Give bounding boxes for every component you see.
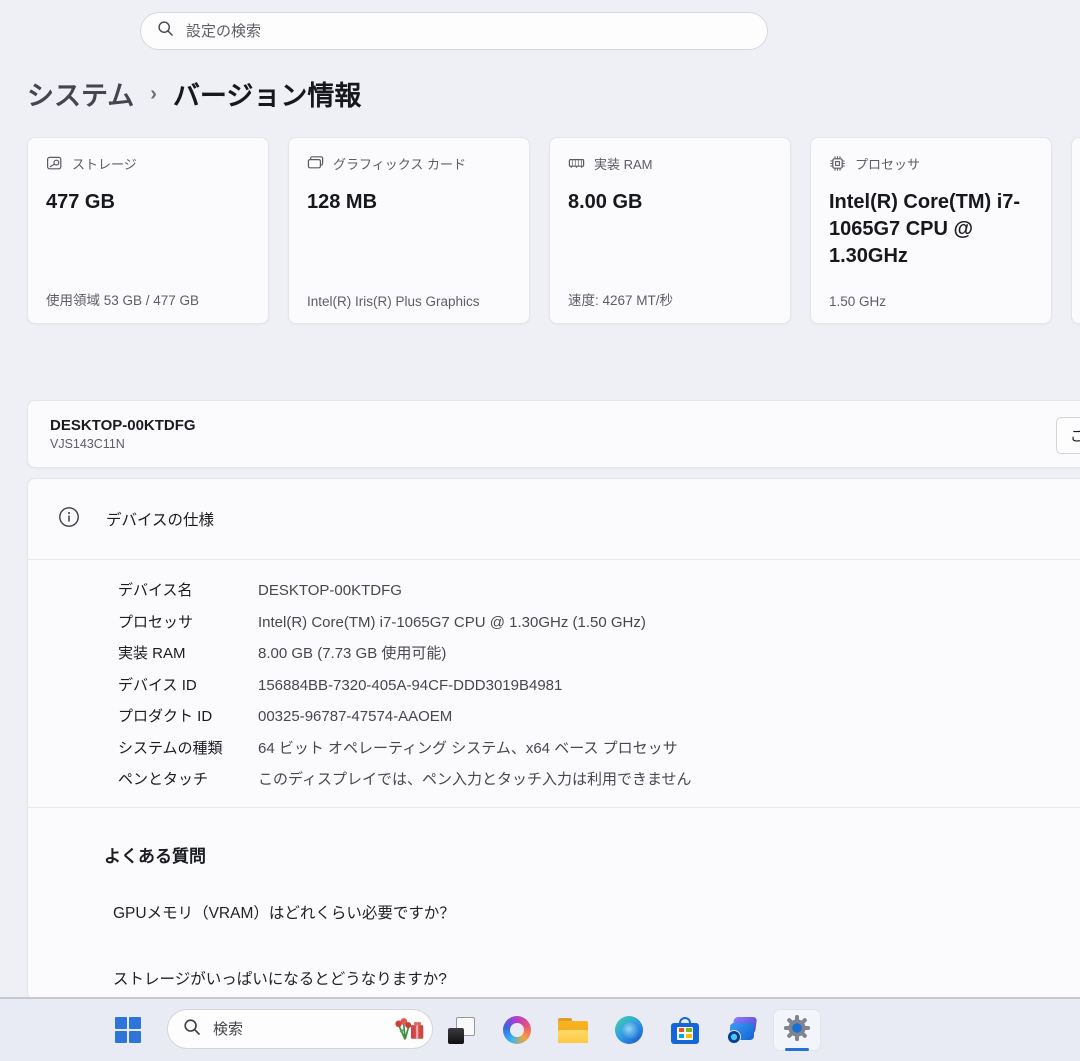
card-label: 実装 RAM	[594, 157, 653, 172]
spec-row-product-id: プロダクト ID 00325-96787-47574-AAOEM	[118, 701, 1080, 733]
settings-gear-icon	[782, 1013, 812, 1048]
taskbar-app-icons	[433, 1009, 825, 1051]
processor-icon	[829, 155, 846, 172]
breadcrumb-system[interactable]: システム	[27, 74, 134, 113]
spec-value: 64 ビット オペレーティング システム、x64 ベース プロセッサ	[258, 739, 678, 757]
device-specs-table: デバイス名 DESKTOP-00KTDFG プロセッサ Intel(R) Cor…	[28, 560, 1080, 807]
device-specs-card: デバイスの仕様 デバイス名 DESKTOP-00KTDFG プロセッサ Inte…	[27, 478, 1080, 1000]
faq-section: よくある質問 GPUメモリ（VRAM）はどれくらい必要ですか？ ストレージがいっ…	[28, 808, 1080, 989]
rename-pc-button[interactable]: この PC の名前を変更	[1056, 417, 1080, 454]
card-footer: 使用領域 53 GB / 477 GB	[46, 293, 200, 308]
card-storage: ストレージ 477 GB 使用領域 53 GB / 477 GB	[27, 137, 269, 324]
task-view-icon	[447, 1016, 475, 1044]
card-value: 128 MB	[307, 191, 378, 213]
device-name: DESKTOP-00KTDFG	[50, 417, 196, 434]
taskbar	[0, 999, 1080, 1061]
task-view-button[interactable]	[433, 1009, 489, 1051]
taskbar-search-box[interactable]	[167, 1009, 433, 1049]
card-value: 8.00 GB	[568, 191, 643, 213]
spec-label: システムの種類	[118, 739, 223, 757]
faq-title: よくある質問	[104, 846, 206, 866]
spec-label: ペンとタッチ	[118, 771, 209, 788]
taskbar-search-input[interactable]	[211, 1019, 345, 1039]
card-footer: 1.50 GHz	[829, 294, 887, 309]
spec-row-ram: 実装 RAM 8.00 GB (7.73 GB 使用可能)	[118, 638, 1080, 670]
spec-row-device-id: デバイス ID 156884BB-7320-405A-94CF-DDD3019B…	[118, 670, 1080, 702]
microsoft-store-button[interactable]	[657, 1009, 713, 1051]
spec-row-processor: プロセッサ Intel(R) Core(TM) i7-1065G7 CPU @ …	[118, 607, 1080, 639]
spec-label: プロダクト ID	[118, 708, 213, 725]
spec-value: 00325-96787-47574-AAOEM	[258, 708, 453, 725]
spec-value: 8.00 GB (7.73 GB 使用可能)	[258, 645, 447, 662]
card-footer: Intel(R) Iris(R) Plus Graphics	[307, 294, 480, 309]
device-specs-expander[interactable]: デバイスの仕様	[28, 479, 1080, 559]
breadcrumb-chevron-icon: ›	[150, 83, 157, 105]
device-name-card: DESKTOP-00KTDFG VJS143C11N	[27, 400, 1080, 468]
card-ram: 実装 RAM 8.00 GB 速度: 4267 MT/秒	[549, 137, 791, 324]
edge-button[interactable]	[601, 1009, 657, 1051]
storage-icon	[46, 155, 63, 172]
edge-icon	[615, 1016, 643, 1044]
faq-question-vram[interactable]: GPUメモリ（VRAM）はどれくらい必要ですか？	[113, 901, 1080, 923]
spec-value: このディスプレイでは、ペン入力とタッチ入力は利用できません	[258, 771, 692, 788]
graphics-card-icon	[307, 155, 324, 172]
spec-row-pen-touch: ペンとタッチ このディスプレイでは、ペン入力とタッチ入力は利用できません	[118, 764, 1080, 796]
settings-search-input[interactable]	[184, 21, 751, 41]
info-icon	[58, 506, 80, 533]
card-label: プロセッサ	[855, 157, 921, 172]
card-footer: 速度: 4267 MT/秒	[568, 293, 674, 308]
search-highlight-festive-icon[interactable]	[392, 1016, 426, 1042]
faq-question-storage[interactable]: ストレージがいっぱいになるとどうなりますか?	[113, 967, 1080, 989]
settings-button[interactable]	[769, 1009, 825, 1051]
spec-label: デバイス ID	[118, 676, 197, 694]
card-value: Intel(R) Core(TM) i7-1065G7 CPU @ 1.30GH…	[829, 191, 1021, 267]
spec-row-system-type: システムの種類 64 ビット オペレーティング システム、x64 ベース プロセ…	[118, 733, 1080, 765]
settings-window: システム › バージョン情報 ストレージ 477 GB 使用領域 53 GB /…	[0, 0, 1080, 1061]
ram-icon	[568, 155, 585, 172]
spec-label: 実装 RAM	[118, 645, 186, 662]
spec-label: プロセッサ	[118, 613, 194, 631]
card-graphics: グラフィックス カード 128 MB Intel(R) Iris(R) Plus…	[288, 137, 530, 324]
photos-icon	[726, 1016, 757, 1044]
search-icon	[157, 20, 174, 42]
active-app-indicator	[785, 1048, 809, 1051]
spec-label: デバイス名	[118, 582, 193, 599]
photos-button[interactable]	[713, 1009, 769, 1051]
copilot-icon	[503, 1016, 531, 1044]
card-partial	[1071, 137, 1080, 324]
device-model: VJS143C11N	[50, 437, 125, 451]
spec-value: Intel(R) Core(TM) i7-1065G7 CPU @ 1.30GH…	[258, 613, 646, 631]
spec-cards-row: ストレージ 477 GB 使用領域 53 GB / 477 GB グラフィックス…	[27, 137, 1080, 324]
microsoft-store-icon	[671, 1016, 699, 1044]
breadcrumb: システム › バージョン情報	[27, 74, 361, 113]
windows-logo-icon	[115, 1017, 141, 1043]
spec-value: DESKTOP-00KTDFG	[258, 582, 402, 599]
card-label: グラフィックス カード	[333, 157, 466, 172]
copilot-button[interactable]	[489, 1009, 545, 1051]
card-processor: プロセッサ Intel(R) Core(TM) i7-1065G7 CPU @ …	[810, 137, 1052, 324]
card-label: ストレージ	[72, 157, 137, 172]
file-explorer-button[interactable]	[545, 1009, 601, 1051]
file-explorer-icon	[558, 1017, 588, 1043]
device-specs-title: デバイスの仕様	[106, 512, 215, 529]
spec-row-device-name: デバイス名 DESKTOP-00KTDFG	[118, 575, 1080, 607]
start-button[interactable]	[108, 1010, 148, 1050]
card-value: 477 GB	[46, 191, 115, 213]
search-icon	[183, 1018, 201, 1041]
spec-value: 156884BB-7320-405A-94CF-DDD3019B4981	[258, 676, 563, 694]
page-title: バージョン情報	[172, 81, 362, 111]
settings-search-box[interactable]	[140, 12, 768, 50]
